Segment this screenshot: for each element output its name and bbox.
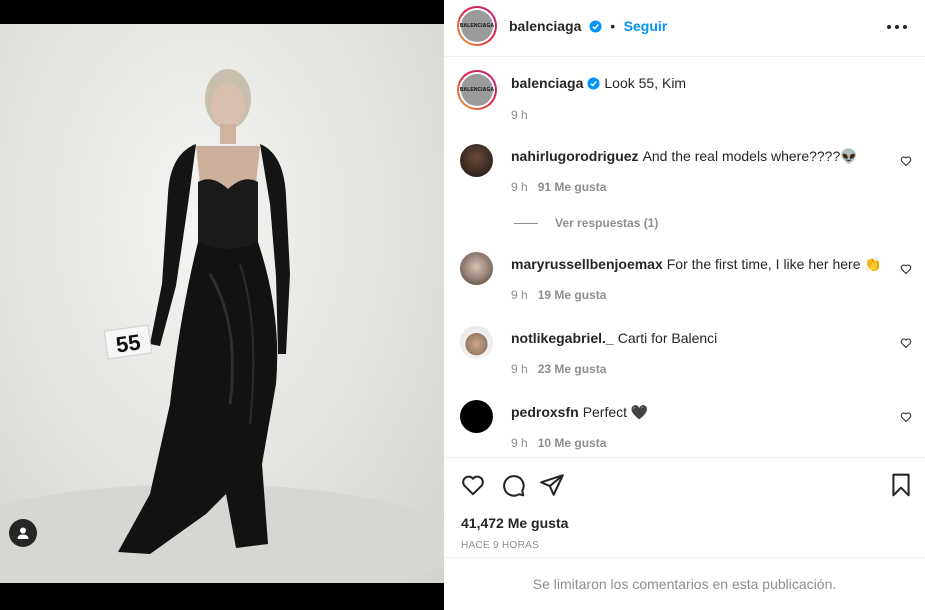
- heart-icon[interactable]: [900, 411, 912, 423]
- look-number-card: 55: [114, 329, 142, 357]
- author-username[interactable]: balenciaga: [509, 18, 581, 34]
- view-replies-button[interactable]: Ver respuestas (1): [514, 216, 658, 230]
- heart-icon[interactable]: [900, 337, 912, 349]
- comment-text: And the real models where????👽: [642, 148, 858, 164]
- heart-icon[interactable]: [900, 263, 912, 275]
- commenter-avatar[interactable]: [460, 252, 493, 285]
- heart-icon[interactable]: [900, 155, 912, 167]
- view-replies-label: Ver respuestas (1): [555, 216, 659, 230]
- balenciaga-logo: BALENCIAGA: [460, 10, 494, 42]
- follow-button[interactable]: Seguir: [624, 18, 668, 34]
- commenter-username[interactable]: nahirlugorodriguez: [511, 148, 639, 164]
- comment-time: 9 h: [511, 362, 528, 376]
- post-header: BALENCIAGA balenciaga • Seguir: [444, 0, 925, 57]
- comment-text: Perfect 🖤: [582, 404, 649, 420]
- more-options-icon[interactable]: [887, 19, 907, 35]
- like-heart-icon[interactable]: [460, 472, 486, 498]
- post-actions: 41,472 Me gusta HACE 9 HORAS: [444, 457, 925, 557]
- caption-username[interactable]: balenciaga: [511, 75, 583, 91]
- comments-limited-notice: Se limitaron los comentarios en esta pub…: [444, 557, 925, 610]
- commenter-avatar[interactable]: [460, 400, 493, 433]
- comment-time: 9 h: [511, 180, 528, 194]
- comment-time: 9 h: [511, 436, 528, 450]
- person-icon: [17, 527, 29, 539]
- post-media: 55: [0, 0, 444, 610]
- photo-illustration: 55: [0, 69, 444, 583]
- post-photo[interactable]: 55: [0, 24, 444, 583]
- separator-dot: •: [610, 18, 616, 34]
- comment-text: Carti for Balenci: [617, 330, 718, 346]
- verified-badge-icon: [587, 77, 600, 90]
- post-time-ago: HACE 9 HORAS: [461, 540, 540, 551]
- comment-bubble-icon[interactable]: [500, 472, 526, 498]
- comment-likes[interactable]: 10 Me gusta: [538, 436, 607, 450]
- user-tags-button[interactable]: [9, 519, 37, 547]
- author-avatar[interactable]: BALENCIAGA: [457, 6, 497, 46]
- caption-text: Look 55, Kim: [604, 75, 687, 91]
- caption-avatar[interactable]: BALENCIAGA: [457, 70, 497, 110]
- comments-list: BALENCIAGA balenciaga Look 55, Kim 9 h na…: [444, 58, 925, 456]
- comment-likes[interactable]: 19 Me gusta: [538, 288, 607, 302]
- commenter-username[interactable]: notlikegabriel._: [511, 330, 614, 346]
- bookmark-icon[interactable]: [888, 472, 914, 498]
- commenter-avatar[interactable]: [460, 326, 493, 359]
- caption-time: 9 h: [511, 108, 528, 122]
- comment-likes[interactable]: 91 Me gusta: [538, 180, 607, 194]
- commenter-avatar[interactable]: [460, 144, 493, 177]
- verified-badge-icon: [589, 20, 602, 33]
- balenciaga-logo: BALENCIAGA: [460, 74, 494, 106]
- commenter-username[interactable]: maryrussellbenjoemax: [511, 256, 663, 272]
- post-panel: BALENCIAGA balenciaga • Seguir BALENCIAG…: [444, 0, 925, 610]
- comment-text: For the first time, I like her here 👏: [666, 256, 882, 272]
- share-send-icon[interactable]: [539, 472, 565, 498]
- comment-likes[interactable]: 23 Me gusta: [538, 362, 607, 376]
- like-count[interactable]: 41,472 Me gusta: [461, 515, 568, 531]
- commenter-username[interactable]: pedroxsfn: [511, 404, 579, 420]
- comment-time: 9 h: [511, 288, 528, 302]
